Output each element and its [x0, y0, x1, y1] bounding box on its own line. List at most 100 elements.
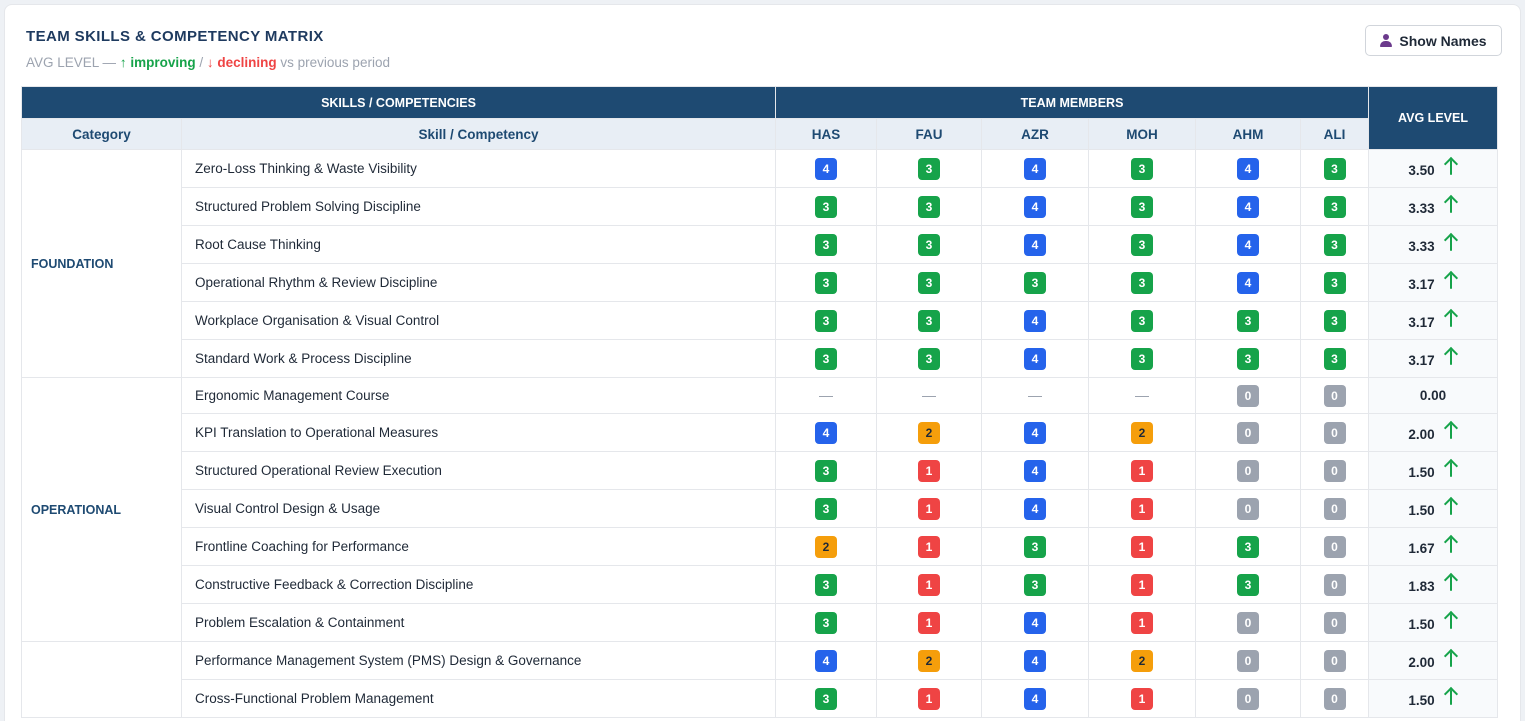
- table-row: Workplace Organisation & Visual Control 3…: [22, 301, 1499, 340]
- level-cell[interactable]: [1088, 377, 1197, 414]
- level-cell[interactable]: 3: [775, 603, 878, 642]
- member-column-header[interactable]: MOH: [1088, 118, 1197, 150]
- level-cell[interactable]: 3: [1300, 339, 1370, 378]
- level-cell[interactable]: 3: [1195, 565, 1302, 604]
- level-cell[interactable]: 0: [1195, 641, 1302, 680]
- level-cell[interactable]: 0: [1195, 489, 1302, 528]
- level-cell[interactable]: 3: [1300, 225, 1370, 264]
- member-column-header[interactable]: AHM: [1195, 118, 1302, 150]
- level-cell[interactable]: 2: [876, 641, 983, 680]
- level-cell[interactable]: 1: [1088, 679, 1197, 718]
- level-cell[interactable]: 3: [1088, 339, 1197, 378]
- level-cell[interactable]: 3: [1300, 187, 1370, 226]
- level-cell[interactable]: 3: [1195, 339, 1302, 378]
- level-cell[interactable]: 3: [775, 489, 878, 528]
- level-cell[interactable]: 0: [1300, 679, 1370, 718]
- level-cell[interactable]: [775, 377, 878, 414]
- level-cell[interactable]: 3: [775, 339, 878, 378]
- level-cell[interactable]: 3: [775, 263, 878, 302]
- level-cell[interactable]: 3: [1195, 527, 1302, 566]
- level-cell[interactable]: 0: [1300, 413, 1370, 452]
- level-cell[interactable]: 4: [981, 225, 1090, 264]
- level-cell[interactable]: 0: [1300, 603, 1370, 642]
- level-cell[interactable]: 3: [1300, 263, 1370, 302]
- level-cell[interactable]: 4: [775, 641, 878, 680]
- level-cell[interactable]: 4: [981, 451, 1090, 490]
- level-cell[interactable]: 3: [876, 149, 983, 188]
- level-cell[interactable]: 2: [1088, 413, 1197, 452]
- level-cell[interactable]: 0: [1300, 489, 1370, 528]
- level-cell[interactable]: 4: [1195, 187, 1302, 226]
- level-cell[interactable]: 1: [876, 565, 983, 604]
- level-cell[interactable]: 2: [876, 413, 983, 452]
- level-cell[interactable]: 0: [1195, 377, 1302, 414]
- level-cell[interactable]: 3: [1300, 149, 1370, 188]
- level-cell[interactable]: 4: [775, 413, 878, 452]
- level-cell[interactable]: 0: [1195, 603, 1302, 642]
- level-cell[interactable]: [876, 377, 983, 414]
- level-cell[interactable]: 1: [1088, 565, 1197, 604]
- level-cell[interactable]: 3: [876, 339, 983, 378]
- level-cell[interactable]: 3: [775, 679, 878, 718]
- level-cell[interactable]: 3: [1088, 149, 1197, 188]
- level-cell[interactable]: 3: [775, 565, 878, 604]
- level-cell[interactable]: 0: [1195, 413, 1302, 452]
- level-cell[interactable]: 3: [1088, 263, 1197, 302]
- level-cell[interactable]: [981, 377, 1090, 414]
- level-cell[interactable]: 4: [1195, 149, 1302, 188]
- member-column-header[interactable]: FAU: [876, 118, 983, 150]
- show-names-button[interactable]: Show Names: [1365, 25, 1502, 56]
- level-cell[interactable]: 1: [1088, 527, 1197, 566]
- level-cell[interactable]: 4: [981, 187, 1090, 226]
- level-cell[interactable]: 3: [876, 225, 983, 264]
- level-cell[interactable]: 3: [775, 225, 878, 264]
- level-cell[interactable]: 4: [981, 679, 1090, 718]
- level-cell[interactable]: 3: [1195, 301, 1302, 340]
- level-cell[interactable]: 3: [1088, 301, 1197, 340]
- level-cell[interactable]: 4: [981, 301, 1090, 340]
- level-cell[interactable]: 3: [876, 263, 983, 302]
- level-cell[interactable]: 3: [775, 451, 878, 490]
- level-cell[interactable]: 0: [1300, 451, 1370, 490]
- level-cell[interactable]: 4: [981, 641, 1090, 680]
- level-cell[interactable]: 1: [876, 603, 983, 642]
- level-cell[interactable]: 0: [1300, 565, 1370, 604]
- level-cell[interactable]: 4: [981, 603, 1090, 642]
- level-cell[interactable]: 3: [1088, 225, 1197, 264]
- level-cell[interactable]: 0: [1300, 377, 1370, 414]
- level-cell[interactable]: 1: [876, 527, 983, 566]
- level-cell[interactable]: 3: [775, 187, 878, 226]
- level-cell[interactable]: 1: [1088, 489, 1197, 528]
- level-cell[interactable]: 3: [775, 301, 878, 340]
- avg-level-value: 1.83: [1408, 579, 1435, 594]
- level-cell[interactable]: 4: [1195, 263, 1302, 302]
- level-cell[interactable]: 4: [981, 413, 1090, 452]
- level-cell[interactable]: 0: [1300, 641, 1370, 680]
- level-cell[interactable]: 4: [1195, 225, 1302, 264]
- level-cell[interactable]: 4: [981, 149, 1090, 188]
- level-cell[interactable]: 3: [981, 565, 1090, 604]
- level-cell[interactable]: 4: [981, 489, 1090, 528]
- member-column-header[interactable]: AZR: [981, 118, 1090, 150]
- level-cell[interactable]: 0: [1195, 679, 1302, 718]
- member-column-header[interactable]: ALI: [1300, 118, 1370, 150]
- level-cell[interactable]: 3: [1088, 187, 1197, 226]
- level-cell[interactable]: 3: [1300, 301, 1370, 340]
- level-cell[interactable]: 1: [876, 451, 983, 490]
- level-cell[interactable]: 2: [775, 527, 878, 566]
- level-cell[interactable]: 3: [876, 301, 983, 340]
- level-cell[interactable]: 1: [1088, 451, 1197, 490]
- level-cell[interactable]: 3: [981, 263, 1090, 302]
- level-badge: 3: [1131, 309, 1154, 332]
- level-cell[interactable]: 0: [1300, 527, 1370, 566]
- level-cell[interactable]: 1: [876, 679, 983, 718]
- level-cell[interactable]: 3: [876, 187, 983, 226]
- level-cell[interactable]: 0: [1195, 451, 1302, 490]
- level-cell[interactable]: 1: [876, 489, 983, 528]
- member-column-header[interactable]: HAS: [775, 118, 878, 150]
- level-cell[interactable]: 4: [775, 149, 878, 188]
- level-cell[interactable]: 2: [1088, 641, 1197, 680]
- level-cell[interactable]: 3: [981, 527, 1090, 566]
- level-cell[interactable]: 4: [981, 339, 1090, 378]
- level-cell[interactable]: 1: [1088, 603, 1197, 642]
